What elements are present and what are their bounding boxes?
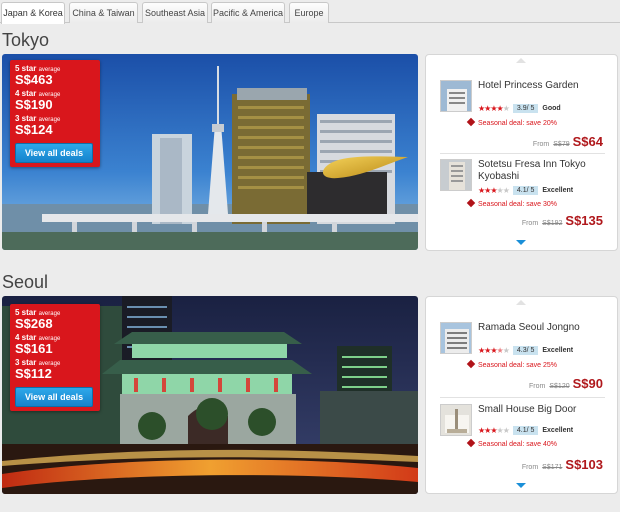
star-rating-icon: ★★★★★ — [478, 346, 510, 355]
seoul-hotel-panel: Ramada Seoul Jongno ★★★★★ 4.3/ 5 Excelle… — [425, 296, 618, 494]
current-price[interactable]: S$103 — [565, 457, 603, 472]
tab-southeast-asia[interactable]: Southeast Asia — [142, 2, 208, 23]
hotel-name[interactable]: Small House Big Door — [478, 404, 608, 416]
review-score: 4.1/ 5 — [512, 426, 539, 435]
current-price[interactable]: S$90 — [573, 376, 603, 391]
review-score: 3.9/ 5 — [512, 104, 539, 113]
tag-icon — [466, 359, 476, 369]
hotel-price: From S$171 S$103 — [522, 457, 603, 472]
view-all-deals-button-tokyo[interactable]: View all deals — [15, 143, 93, 163]
tab-japan-korea[interactable]: Japan & Korea — [1, 2, 65, 24]
seasonal-deal: Seasonal deal: save 20% — [466, 117, 557, 127]
rating-word: Excellent — [542, 347, 574, 354]
tier-5-star: 5 star average S$268 — [15, 308, 95, 331]
divider — [440, 397, 605, 398]
from-label: From — [532, 141, 550, 148]
current-price[interactable]: S$64 — [573, 134, 603, 149]
tier-4-star: 4 star average S$190 — [15, 89, 95, 112]
tier-price: S$124 — [15, 122, 53, 137]
tag-icon — [466, 198, 476, 208]
hotel-card[interactable]: Sotetsu Fresa Inn Tokyo Kyobashi ★★★★★ 4… — [440, 159, 605, 219]
seasonal-deal: Seasonal deal: save 25% — [466, 359, 557, 369]
star-rating-icon: ★★★★★ — [478, 104, 510, 113]
star-rating-icon: ★★★★★ — [478, 186, 510, 195]
old-price: S$192 — [542, 220, 563, 227]
seasonal-deal: Seasonal deal: save 30% — [466, 198, 557, 208]
from-label: From — [529, 383, 546, 390]
hotel-thumbnail[interactable] — [440, 322, 472, 354]
hotel-card[interactable]: Small House Big Door ★★★★★ 4.1/ 5 Excell… — [440, 404, 605, 464]
tier-5-star: 5 star average S$463 — [15, 64, 95, 87]
rating-word: Good — [542, 105, 561, 112]
seoul-price-box: 5 star average S$268 4 star average S$16… — [10, 304, 100, 411]
old-price: S$79 — [553, 141, 570, 148]
tokyo-price-box: 5 star average S$463 4 star average S$19… — [10, 60, 100, 167]
tier-3-star: 3 star average S$112 — [15, 358, 95, 381]
hotel-price: From S$79 S$64 — [533, 134, 603, 149]
hotel-name[interactable]: Ramada Seoul Jongno — [478, 322, 608, 334]
tokyo-hero-image[interactable]: 5 star average S$463 4 star average S$19… — [2, 54, 418, 250]
city-title-tokyo: Tokyo — [2, 30, 50, 50]
hotel-card[interactable]: Ramada Seoul Jongno ★★★★★ 4.3/ 5 Excelle… — [440, 322, 605, 382]
tab-pacific-america[interactable]: Pacific & America — [211, 2, 285, 23]
divider — [440, 153, 605, 154]
scroll-down-icon[interactable] — [516, 483, 526, 488]
hotel-thumbnail[interactable] — [440, 404, 472, 436]
deal-text: Seasonal deal: save 20% — [478, 120, 557, 127]
deal-text: Seasonal deal: save 30% — [478, 201, 557, 208]
hotel-card[interactable]: Hotel Princess Garden ★★★★★ 3.9/ 5 Good … — [440, 80, 605, 140]
hotel-price: From S$120 S$90 — [529, 376, 603, 391]
scroll-up-icon[interactable] — [516, 58, 526, 63]
rating-word: Excellent — [542, 187, 574, 194]
scroll-down-icon[interactable] — [516, 240, 526, 245]
scroll-up-icon[interactable] — [516, 300, 526, 305]
hotel-thumbnail[interactable] — [440, 159, 472, 191]
seoul-hero-image[interactable]: 5 star average S$268 4 star average S$16… — [2, 296, 418, 494]
review-score: 4.1/ 5 — [512, 186, 539, 195]
deal-text: Seasonal deal: save 25% — [478, 362, 557, 369]
old-price: S$120 — [549, 383, 570, 390]
from-label: From — [521, 220, 539, 227]
hotel-price: From S$192 S$135 — [522, 213, 603, 228]
tier-price: S$268 — [15, 316, 53, 331]
review-score: 4.3/ 5 — [512, 346, 539, 355]
hotel-name[interactable]: Sotetsu Fresa Inn Tokyo Kyobashi — [478, 159, 608, 183]
rating-word: Excellent — [542, 427, 574, 434]
tier-4-star: 4 star average S$161 — [15, 333, 95, 356]
tab-china-taiwan[interactable]: China & Taiwan — [69, 2, 138, 23]
tier-price: S$161 — [15, 341, 53, 356]
tier-3-star: 3 star average S$124 — [15, 114, 95, 137]
hotel-name[interactable]: Hotel Princess Garden — [478, 80, 608, 92]
tokyo-hotel-panel: Hotel Princess Garden ★★★★★ 3.9/ 5 Good … — [425, 54, 618, 251]
tier-price: S$463 — [15, 72, 53, 87]
from-label: From — [521, 464, 539, 471]
old-price: S$171 — [542, 464, 563, 471]
deal-text: Seasonal deal: save 40% — [478, 441, 557, 448]
city-title-seoul: Seoul — [2, 272, 49, 292]
current-price[interactable]: S$135 — [565, 213, 603, 228]
tier-price: S$112 — [15, 366, 52, 381]
view-all-deals-button-seoul[interactable]: View all deals — [15, 387, 93, 407]
region-tabs: Japan & Korea China & Taiwan Southeast A… — [0, 0, 620, 24]
tab-europe[interactable]: Europe — [289, 2, 329, 23]
seasonal-deal: Seasonal deal: save 40% — [466, 438, 557, 448]
tag-icon — [466, 117, 476, 127]
star-rating-icon: ★★★★★ — [478, 426, 510, 435]
tag-icon — [466, 438, 476, 448]
tier-price: S$190 — [15, 97, 53, 112]
hotel-thumbnail[interactable] — [440, 80, 472, 112]
